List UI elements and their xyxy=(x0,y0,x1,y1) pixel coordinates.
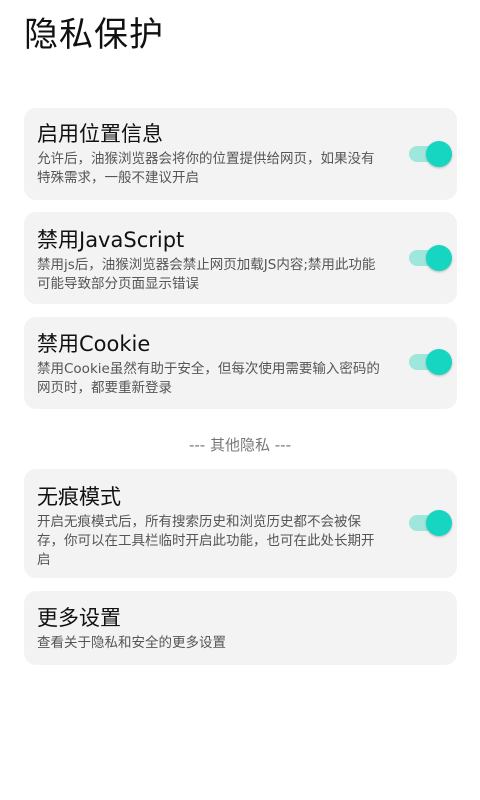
setting-javascript-title: 禁用JavaScript xyxy=(37,228,185,252)
toggle-knob xyxy=(426,510,452,536)
setting-incognito-card[interactable]: 无痕模式 开启无痕模式后，所有搜索历史和浏览历史都不会被保存，你可以在工具栏临时… xyxy=(24,469,457,578)
setting-javascript-desc: 禁用js后，油猴浏览器会禁止网页加载JS内容;禁用此功能可能导致部分页面显示错误 xyxy=(37,257,376,292)
section-divider-other-privacy: --- 其他隐私 --- xyxy=(188,436,291,454)
setting-incognito-title: 无痕模式 xyxy=(37,485,121,509)
more-settings-desc: 查看关于隐私和安全的更多设置 xyxy=(37,635,226,651)
javascript-toggle[interactable] xyxy=(409,243,453,273)
location-toggle[interactable] xyxy=(409,139,453,169)
setting-cookie-card[interactable]: 禁用Cookie 禁用Cookie虽然有助于安全，但每次使用需要输入密码的网页时… xyxy=(24,317,457,409)
setting-incognito-desc: 开启无痕模式后，所有搜索历史和浏览历史都不会被保存，你可以在工具栏临时开启此功能… xyxy=(37,514,375,568)
page-title: 隐私保护 xyxy=(24,15,164,55)
setting-cookie-desc: 禁用Cookie虽然有助于安全，但每次使用需要输入密码的网页时，都要重新登录 xyxy=(37,361,380,396)
more-settings-title: 更多设置 xyxy=(37,606,121,630)
toggle-knob xyxy=(426,141,452,167)
setting-location-title: 启用位置信息 xyxy=(37,122,163,146)
more-settings-card[interactable]: 更多设置 查看关于隐私和安全的更多设置 xyxy=(24,591,457,665)
setting-cookie-title: 禁用Cookie xyxy=(37,332,151,356)
setting-javascript-card[interactable]: 禁用JavaScript 禁用js后，油猴浏览器会禁止网页加载JS内容;禁用此功… xyxy=(24,212,457,304)
setting-location-card[interactable]: 启用位置信息 允许后，油猴浏览器会将你的位置提供给网页，如果没有特殊需求，一般不… xyxy=(24,108,457,200)
setting-location-desc: 允许后，油猴浏览器会将你的位置提供给网页，如果没有特殊需求，一般不建议开启 xyxy=(37,151,375,186)
incognito-toggle[interactable] xyxy=(409,508,453,538)
cookie-toggle[interactable] xyxy=(409,347,453,377)
toggle-knob xyxy=(426,349,452,375)
toggle-knob xyxy=(426,245,452,271)
